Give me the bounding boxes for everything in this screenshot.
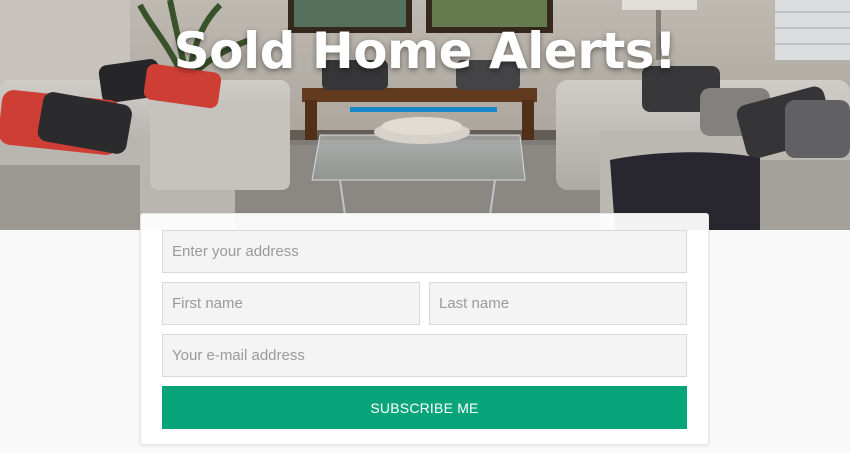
hero-banner: Sold Home Alerts! bbox=[0, 0, 850, 230]
hero-title: Sold Home Alerts! bbox=[173, 22, 677, 80]
title-accent-bar bbox=[350, 107, 497, 112]
email-input[interactable] bbox=[162, 334, 687, 377]
subscribe-button[interactable]: SUBSCRIBE ME bbox=[162, 386, 687, 429]
last-name-input[interactable] bbox=[429, 282, 687, 325]
first-name-input[interactable] bbox=[162, 282, 420, 325]
address-input[interactable] bbox=[162, 230, 687, 273]
subscribe-form: SUBSCRIBE ME bbox=[140, 213, 709, 445]
